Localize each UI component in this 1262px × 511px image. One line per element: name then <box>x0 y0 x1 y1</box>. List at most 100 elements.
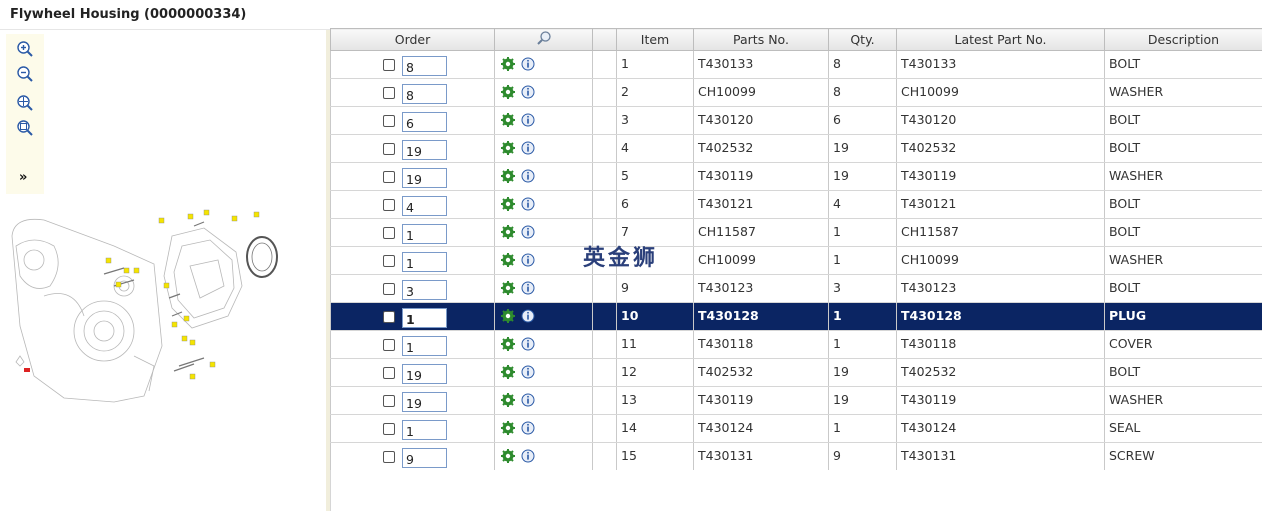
row-checkbox[interactable] <box>383 87 395 99</box>
gear-icon[interactable] <box>501 169 515 186</box>
order-quantity-input[interactable]: 6 <box>402 112 447 132</box>
actions-cell <box>494 386 593 415</box>
gear-icon[interactable] <box>501 57 515 74</box>
order-quantity-input[interactable]: 19 <box>402 140 447 160</box>
table-row[interactable]: 1 CH10099 1 CH10099 WASHER <box>330 246 1262 275</box>
actions-cell <box>494 442 593 471</box>
row-checkbox[interactable] <box>383 395 395 407</box>
row-checkbox[interactable] <box>383 227 395 239</box>
table-row[interactable]: 19 5 T430119 19 T430119 WASHER <box>330 162 1262 191</box>
column-header-search[interactable] <box>494 28 593 51</box>
info-icon[interactable] <box>521 337 535 354</box>
exploded-diagram[interactable] <box>4 176 294 406</box>
gear-icon[interactable] <box>501 421 515 438</box>
order-quantity-input[interactable]: 1 <box>402 336 447 356</box>
zoom-reset-icon[interactable] <box>16 119 34 137</box>
gear-icon[interactable] <box>501 85 515 102</box>
table-row[interactable]: 8 1 T430133 8 T430133 BOLT <box>330 50 1262 79</box>
row-checkbox[interactable] <box>383 199 395 211</box>
info-icon[interactable] <box>521 393 535 410</box>
diagram-toolbar: » <box>6 34 44 194</box>
order-quantity-input[interactable]: 8 <box>402 56 447 76</box>
qty-cell: 8 <box>828 78 897 107</box>
gear-icon[interactable] <box>501 253 515 270</box>
gear-icon[interactable] <box>501 337 515 354</box>
row-checkbox[interactable] <box>383 451 395 463</box>
row-checkbox[interactable] <box>383 367 395 379</box>
row-checkbox[interactable] <box>383 115 395 127</box>
table-row[interactable]: 1 14 T430124 1 T430124 SEAL <box>330 414 1262 443</box>
zoom-fit-icon[interactable] <box>16 94 34 112</box>
gear-icon[interactable] <box>501 113 515 130</box>
gear-icon[interactable] <box>501 141 515 158</box>
order-quantity-input[interactable]: 1 <box>402 420 447 440</box>
gear-icon[interactable] <box>501 197 515 214</box>
info-icon[interactable] <box>521 365 535 382</box>
table-row[interactable]: 1 7 CH11587 1 CH11587 BOLT <box>330 218 1262 247</box>
info-icon[interactable] <box>521 449 535 466</box>
column-header-description[interactable]: Description <box>1104 28 1262 51</box>
order-quantity-input[interactable]: 1 <box>402 224 447 244</box>
info-icon[interactable] <box>521 57 535 74</box>
column-header-qty[interactable]: Qty. <box>828 28 897 51</box>
order-quantity-input[interactable]: 1 <box>402 308 447 328</box>
search-icon[interactable] <box>536 30 552 46</box>
gear-icon[interactable] <box>501 365 515 382</box>
parts-no-cell: T430119 <box>693 386 829 415</box>
table-row[interactable]: 1 10 T430128 1 T430128 PLUG <box>330 302 1262 331</box>
zoom-out-icon[interactable] <box>16 65 34 83</box>
info-icon[interactable] <box>521 197 535 214</box>
gear-icon[interactable] <box>501 309 515 326</box>
order-quantity-input[interactable]: 9 <box>402 448 447 468</box>
order-quantity-input[interactable]: 19 <box>402 364 447 384</box>
row-checkbox[interactable] <box>383 143 395 155</box>
order-quantity-input[interactable]: 3 <box>402 280 447 300</box>
order-quantity-input[interactable]: 1 <box>402 252 447 272</box>
actions-cell <box>494 162 593 191</box>
row-checkbox[interactable] <box>383 339 395 351</box>
zoom-in-icon[interactable] <box>16 40 34 58</box>
column-header-item[interactable]: Item <box>616 28 694 51</box>
order-quantity-input[interactable]: 8 <box>402 84 447 104</box>
table-row[interactable]: 8 2 CH10099 8 CH10099 WASHER <box>330 78 1262 107</box>
row-checkbox[interactable] <box>383 283 395 295</box>
order-cell: 4 <box>330 190 495 219</box>
gear-icon[interactable] <box>501 225 515 242</box>
table-row[interactable]: 1 11 T430118 1 T430118 COVER <box>330 330 1262 359</box>
info-icon[interactable] <box>521 309 535 326</box>
row-checkbox[interactable] <box>383 423 395 435</box>
column-header-order[interactable]: Order <box>330 28 495 51</box>
blank-cell <box>592 442 617 471</box>
gear-icon[interactable] <box>501 449 515 466</box>
column-header-parts-no[interactable]: Parts No. <box>693 28 829 51</box>
column-header-blank <box>592 28 617 51</box>
row-checkbox[interactable] <box>383 171 395 183</box>
column-header-latest-part-no[interactable]: Latest Part No. <box>896 28 1105 51</box>
table-row[interactable]: 19 12 T402532 19 T402532 BOLT <box>330 358 1262 387</box>
row-checkbox[interactable] <box>383 255 395 267</box>
order-quantity-input[interactable]: 19 <box>402 392 447 412</box>
row-checkbox[interactable] <box>383 311 395 323</box>
order-quantity-input[interactable]: 19 <box>402 168 447 188</box>
page-title: Flywheel Housing (0000000334) <box>10 7 247 22</box>
gear-icon[interactable] <box>501 281 515 298</box>
table-row[interactable]: 19 4 T402532 19 T402532 BOLT <box>330 134 1262 163</box>
info-icon[interactable] <box>521 253 535 270</box>
info-icon[interactable] <box>521 169 535 186</box>
info-icon[interactable] <box>521 225 535 242</box>
gear-icon[interactable] <box>501 393 515 410</box>
table-row[interactable]: 6 3 T430120 6 T430120 BOLT <box>330 106 1262 135</box>
table-row[interactable]: 3 9 T430123 3 T430123 BOLT <box>330 274 1262 303</box>
table-row[interactable]: 4 6 T430121 4 T430121 BOLT <box>330 190 1262 219</box>
order-quantity-input[interactable]: 4 <box>402 196 447 216</box>
row-checkbox[interactable] <box>383 59 395 71</box>
info-icon[interactable] <box>521 113 535 130</box>
info-icon[interactable] <box>521 421 535 438</box>
table-row[interactable]: 19 13 T430119 19 T430119 WASHER <box>330 386 1262 415</box>
info-icon[interactable] <box>521 281 535 298</box>
info-icon[interactable] <box>521 85 535 102</box>
order-cell: 1 <box>330 218 495 247</box>
table-row[interactable]: 9 15 T430131 9 T430131 SCREW <box>330 442 1262 471</box>
item-cell: 15 <box>616 442 694 471</box>
info-icon[interactable] <box>521 141 535 158</box>
